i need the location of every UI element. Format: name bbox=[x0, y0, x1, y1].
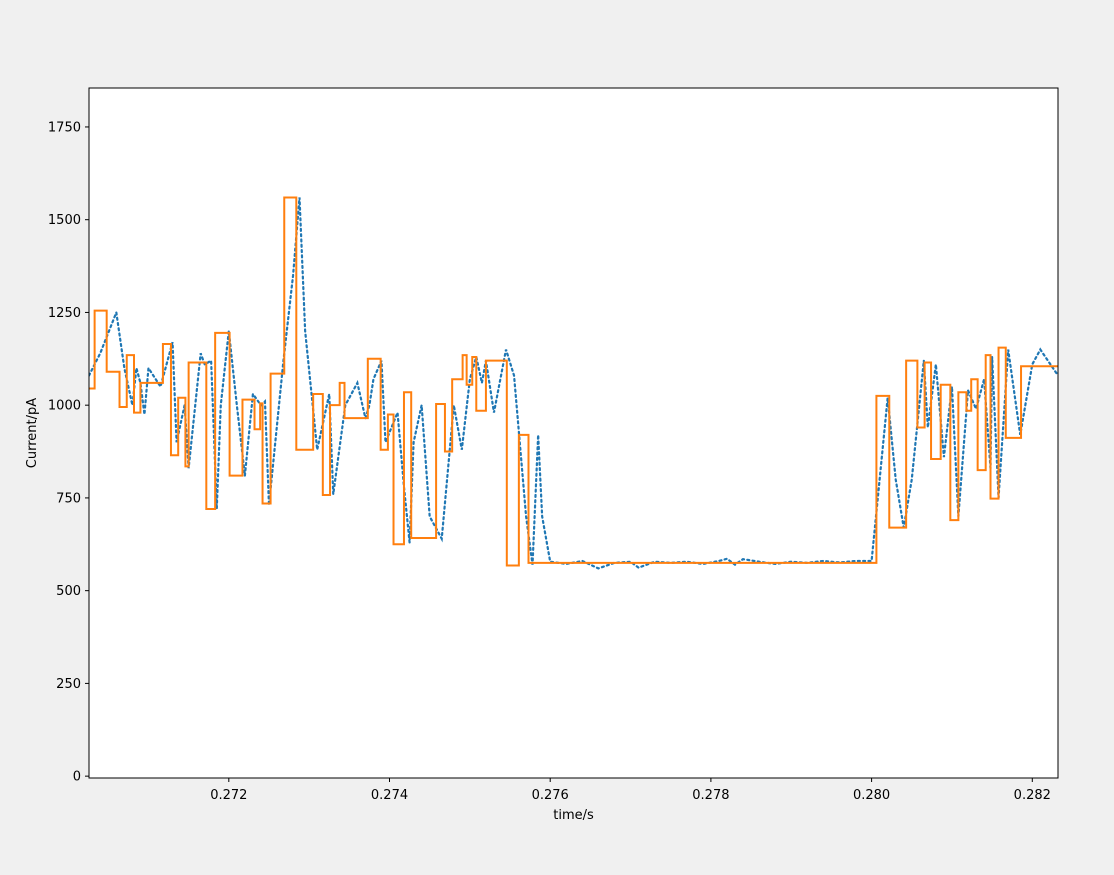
y-tick-label: 500 bbox=[56, 584, 81, 599]
x-tick-label: 0.280 bbox=[853, 788, 890, 803]
y-tick-label: 250 bbox=[56, 677, 81, 692]
x-tick-label: 0.278 bbox=[692, 788, 729, 803]
plot-area bbox=[89, 88, 1058, 778]
x-tick-label: 0.276 bbox=[532, 788, 569, 803]
x-tick-label: 0.274 bbox=[371, 788, 408, 803]
y-tick-label: 1750 bbox=[48, 120, 81, 135]
y-axis-label: Current/pA bbox=[25, 398, 40, 468]
y-tick-label: 1500 bbox=[48, 213, 81, 228]
y-tick-label: 1250 bbox=[48, 306, 81, 321]
chart: 0.272 0.274 0.276 0.278 0.280 0.282 0 250 500 75… bbox=[0, 0, 1114, 875]
y-tick-label: 1000 bbox=[48, 399, 81, 414]
x-tick-label: 0.272 bbox=[210, 788, 247, 803]
x-axis-label: time/s bbox=[553, 808, 594, 823]
y-tick-label: 0 bbox=[73, 770, 81, 785]
y-tick-label: 750 bbox=[56, 491, 81, 506]
x-tick-label: 0.282 bbox=[1014, 788, 1051, 803]
